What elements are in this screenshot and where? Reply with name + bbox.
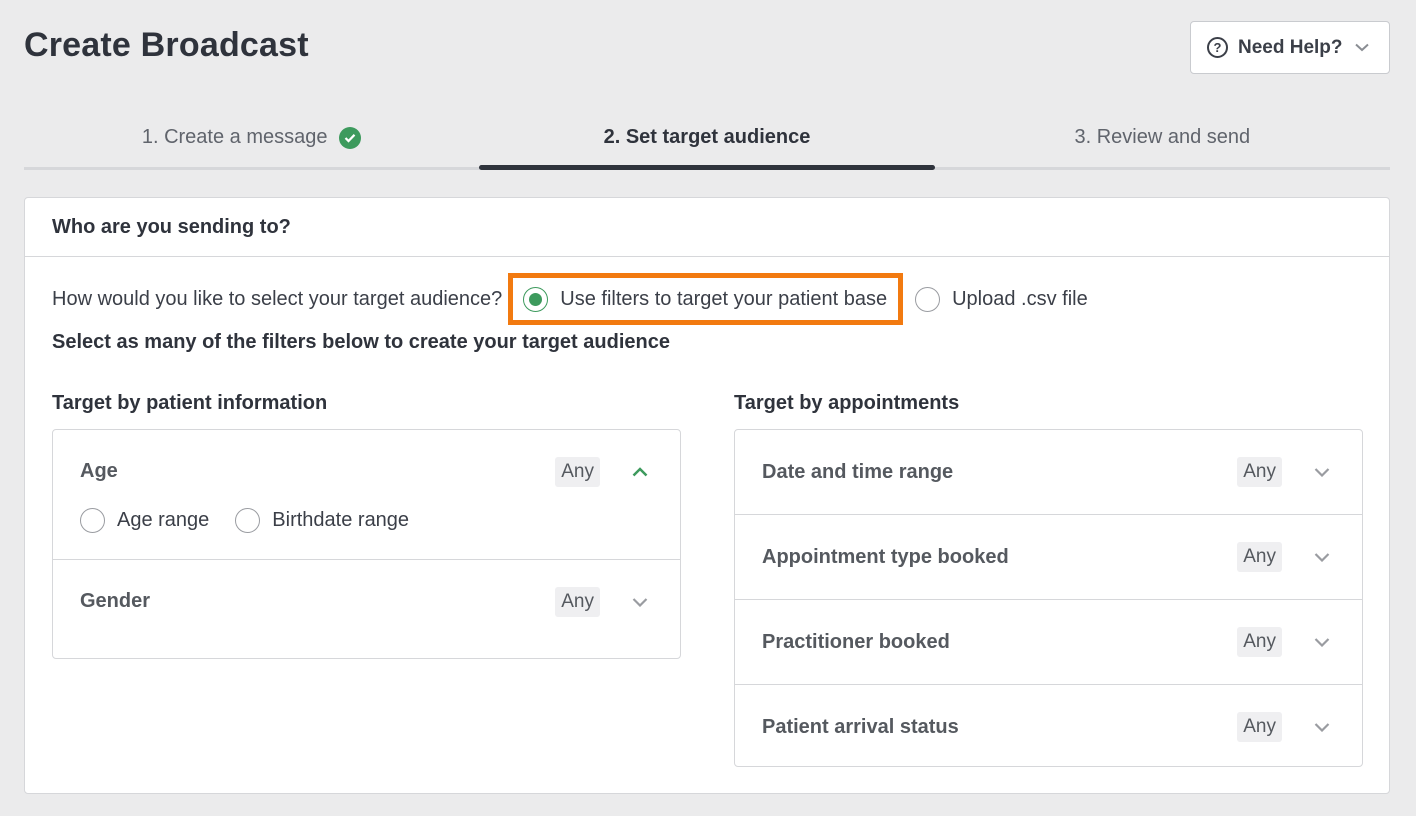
chevron-down-icon[interactable] [630,597,650,607]
need-help-button[interactable]: ? Need Help? [1190,21,1390,74]
age-range-option[interactable]: Age range [80,508,209,533]
filter-age[interactable]: Age Any Age range Birthdate range [53,430,680,560]
chevron-down-icon[interactable] [1312,637,1332,647]
filter-label: Age [80,460,118,482]
filter-badge: Any [1237,627,1282,657]
filter-practitioner[interactable]: Practitioner booked Any [735,600,1362,685]
chevron-down-icon[interactable] [1312,722,1332,732]
use-filters-label: Use filters to target your patient base [560,287,888,310]
appointments-title: Target by appointments [734,392,960,414]
filter-badge: Any [1237,542,1282,572]
audience-card: Who are you sending to? How would you li… [24,197,1390,794]
filter-badge: Any [555,456,600,487]
filters-instruction: Select as many of the filters below to c… [52,331,670,353]
question-icon: ? [1207,37,1228,58]
age-range-label: Age range [117,509,210,531]
card-header: Who are you sending to? [25,198,1389,257]
filter-appointment-type[interactable]: Appointment type booked Any [735,515,1362,600]
filter-gender[interactable]: Gender Any [53,560,680,643]
step-create-message[interactable]: 1. Create a message [24,112,479,167]
birthdate-range-label: Birthdate range [272,509,410,531]
upload-csv-radio[interactable] [915,286,941,312]
filter-date-time-range[interactable]: Date and time range Any [735,430,1362,515]
chevron-down-icon [1354,43,1369,52]
step-label: 1. Create a message [141,126,328,148]
stepper: 1. Create a message 2. Set target audien… [24,112,1390,170]
birthdate-range-radio[interactable] [235,508,261,533]
upload-csv-label: Upload .csv file [952,287,1088,310]
age-options: Age range Birthdate range [53,498,680,543]
filter-badge: Any [555,586,600,617]
birthdate-range-option[interactable]: Birthdate range [235,508,409,533]
use-filters-radio[interactable] [523,286,549,312]
use-filters-option[interactable]: Use filters to target your patient base [508,273,904,325]
filter-label: Gender [80,590,151,612]
need-help-label: Need Help? [1238,36,1343,58]
chevron-down-icon[interactable] [1312,467,1332,477]
check-circle-icon [339,126,362,149]
filter-arrival-status[interactable]: Patient arrival status Any [735,685,1362,769]
upload-csv-option[interactable]: Upload .csv file [915,286,1088,312]
appointment-filters: Date and time range Any Appointment type… [734,429,1363,767]
filter-label: Appointment type booked [762,545,1009,568]
filter-badge: Any [1237,457,1282,487]
patient-info-filters: Age Any Age range Birthdate range Gender… [52,429,681,659]
audience-question: How would you like to select your target… [52,287,503,310]
audience-method-row: How would you like to select your target… [52,272,1088,326]
page-title: Create Broadcast [24,26,309,64]
filter-label: Patient arrival status [762,715,959,738]
filter-badge: Any [1237,712,1282,742]
step-review-and-send[interactable]: 3. Review and send [935,112,1390,167]
step-label: 2. Set target audience [603,126,811,148]
step-label: 3. Review and send [1074,126,1251,148]
filter-label: Date and time range [762,460,954,483]
filter-label: Practitioner booked [762,630,950,653]
step-set-target-audience[interactable]: 2. Set target audience [479,112,935,170]
chevron-down-icon[interactable] [1312,552,1332,562]
chevron-up-icon[interactable] [630,466,650,477]
age-range-radio[interactable] [80,508,105,533]
patient-info-title: Target by patient information [52,392,328,414]
